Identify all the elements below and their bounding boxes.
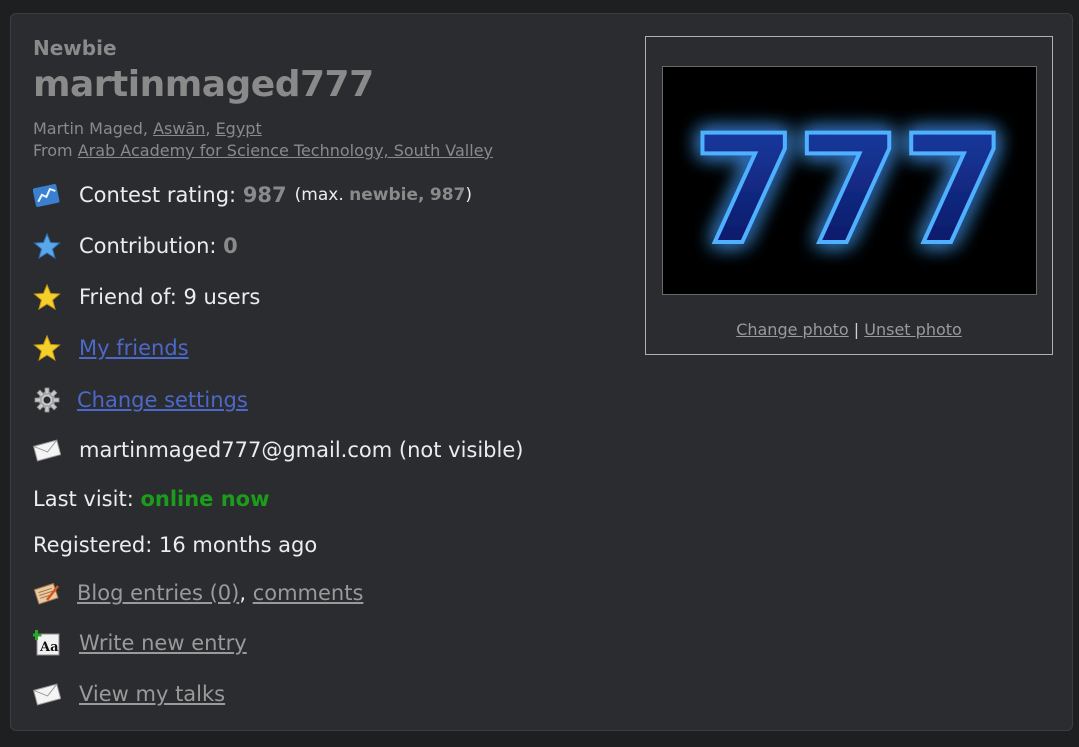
profile-card: Newbie martinmaged777 Martin Maged, Aswā… [10,13,1073,731]
last-visit-row: Last visit: online now [33,487,270,511]
write-new-entry-link[interactable]: Write new entry [79,631,247,655]
envelope-icon [33,436,61,464]
user-handle: martinmaged777 [33,64,374,105]
change-photo-link[interactable]: Change photo [736,320,849,339]
registered-row: Registered: 16 months ago [33,533,317,557]
email-address: martinmaged777@gmail.com [79,438,393,462]
contest-rating-value: 987 [242,183,287,207]
blog-comma: , [239,581,246,605]
from-label: From [33,141,73,160]
country-link[interactable]: Egypt [216,119,262,138]
change-settings-row: Change settings [33,386,248,414]
max-rating-prefix: (max. [294,185,344,205]
view-my-talks-link[interactable]: View my talks [79,682,225,706]
gear-icon [33,386,61,414]
organization-link[interactable]: Arab Academy for Science Technology, Sou… [78,141,493,160]
gold-star-icon [33,283,61,311]
blog-icon [33,579,61,607]
user-avatar: 777 [662,66,1037,295]
registered-label: Registered: [33,533,153,557]
user-organization: From Arab Academy for Science Technology… [33,140,493,161]
change-settings-link[interactable]: Change settings [77,388,248,412]
blog-entries-row: Blog entries (0), comments [33,579,363,607]
max-rating-suffix: ) [465,185,473,205]
write-entry-row: Aa Write new entry [33,629,247,657]
rating-graph-icon [33,181,61,209]
contribution-label: Contribution: [79,234,217,258]
photo-link-separator: | [853,320,860,339]
unset-photo-link[interactable]: Unset photo [864,320,962,339]
user-full-name: Martin Maged [33,119,143,138]
max-rating: (max. newbie, 987) [295,185,472,205]
user-location: Martin Maged, Aswān, Egypt [33,119,262,138]
user-rank: Newbie [33,36,117,60]
user-photo-box: 777 Change photo | Unset photo [645,36,1053,355]
view-talks-row: View my talks [33,680,225,708]
envelope-icon [33,680,61,708]
gold-star-icon [33,334,61,362]
contest-rating-row: Contest rating: 987 (max. newbie, 987) [33,181,472,209]
friend-of-value: 9 users [183,285,261,309]
avatar-text: 777 [692,104,1005,278]
contribution-value: 0 [223,234,238,258]
max-rating-rank: newbie, [349,185,425,205]
city-link[interactable]: Aswān [153,119,205,138]
max-rating-value: 987 [429,185,466,205]
my-friends-link[interactable]: My friends [79,336,189,360]
new-entry-icon: Aa [33,629,61,657]
registered-value: 16 months ago [159,533,318,557]
friend-of-row: Friend of: 9 users [33,283,260,311]
comments-link[interactable]: comments [253,581,364,605]
contest-rating-label: Contest rating: [79,183,237,207]
svg-text:Aa: Aa [39,640,59,655]
online-status: online now [140,487,270,511]
friend-of-label: Friend of: [79,285,177,309]
blog-entries-link[interactable]: Blog entries (0) [77,581,239,605]
photo-actions: Change photo | Unset photo [646,320,1052,339]
contribution-row: Contribution: 0 [33,232,238,260]
blue-star-icon [33,232,61,260]
email-visibility-note: (not visible) [398,438,524,462]
email-row: martinmaged777@gmail.com (not visible) [33,436,523,464]
last-visit-label: Last visit: [33,487,134,511]
my-friends-row: My friends [33,334,189,362]
